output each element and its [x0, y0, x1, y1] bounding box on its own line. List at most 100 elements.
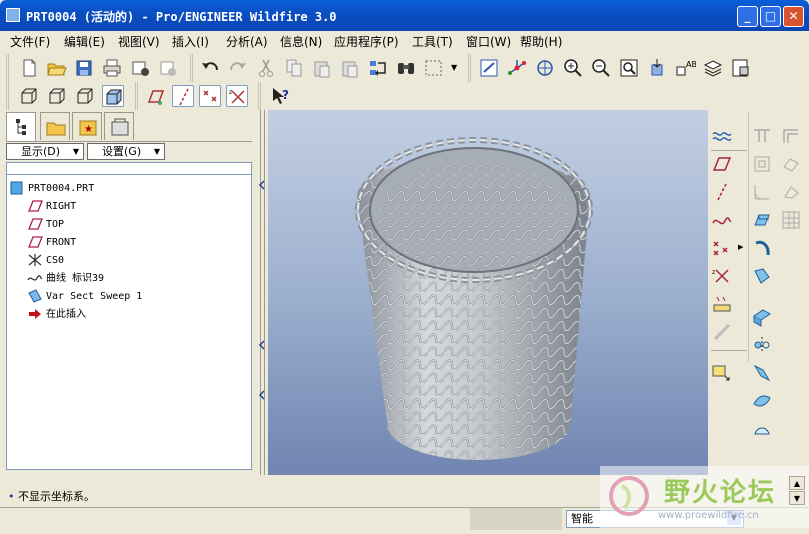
forum-watermark: 野火论坛 www.proewildfire.cn: [600, 466, 809, 528]
menu-window[interactable]: 窗口(W): [466, 33, 511, 50]
show-dropdown[interactable]: 显示(D) ▼: [6, 143, 84, 160]
menu-insert[interactable]: 插入(I): [172, 33, 209, 50]
tab-model-tree[interactable]: [6, 112, 36, 142]
collapse-arrow-icon[interactable]: [258, 180, 266, 190]
tree-item-curve[interactable]: 曲线 标识39: [27, 271, 104, 287]
datum-axis-tool-icon[interactable]: [711, 181, 733, 203]
datum-curve-tool-icon[interactable]: [711, 209, 733, 231]
datum-point-tool-icon[interactable]: [711, 237, 733, 259]
layers-icon[interactable]: [702, 57, 724, 79]
maximize-button[interactable]: □: [760, 6, 781, 27]
chevron-down-icon: ▼: [153, 147, 160, 156]
tree-item-right[interactable]: RIGHT: [27, 199, 76, 215]
tree-item-part[interactable]: PRT0004.PRT: [9, 181, 94, 197]
analysis-tool-icon[interactable]: [711, 293, 733, 315]
revolve-tool-icon[interactable]: [751, 237, 773, 259]
tree-item-cs0[interactable]: CS0: [27, 253, 64, 269]
refit-icon[interactable]: [618, 57, 640, 79]
tab-favorites[interactable]: ★: [72, 112, 102, 140]
menu-help[interactable]: 帮助(H): [520, 33, 562, 50]
tab-connections[interactable]: [104, 112, 134, 140]
thicken-tool-icon[interactable]: [751, 418, 773, 440]
menu-info[interactable]: 信息(N): [280, 33, 322, 50]
print-icon[interactable]: [101, 57, 123, 79]
curve-icon: [27, 275, 43, 281]
menu-view[interactable]: 视图(V): [118, 33, 160, 50]
menu-applications[interactable]: 应用程序(P): [334, 33, 399, 50]
new-file-icon[interactable]: [18, 57, 40, 79]
tree-item-label: TOP: [46, 219, 65, 230]
round-tool-icon: [751, 181, 773, 203]
sketch-tool-icon[interactable]: [711, 125, 733, 147]
settings-dropdown[interactable]: 设置(G) ▼: [87, 143, 165, 160]
regenerate-icon[interactable]: [367, 57, 389, 79]
send-link-icon[interactable]: [157, 57, 179, 79]
menu-file[interactable]: 文件(F): [10, 33, 50, 50]
tree-item-sweep[interactable]: Var Sect Sweep 1: [27, 289, 142, 305]
datum-plane-tool-icon[interactable]: [711, 153, 733, 175]
reorient-icon[interactable]: [646, 57, 668, 79]
part-icon: [10, 181, 23, 195]
context-help-icon[interactable]: ?: [270, 85, 292, 107]
collapse-arrow-icon[interactable]: [258, 340, 266, 350]
tree-item-top[interactable]: TOP: [27, 217, 64, 233]
orient-mode-icon[interactable]: [534, 57, 556, 79]
datum-points-toggle-icon[interactable]: [199, 85, 221, 107]
model-tree: PRT0004.PRT RIGHT TOP FRONT CS0 曲线 标识39 …: [6, 174, 252, 470]
blend-tool-icon[interactable]: [751, 306, 773, 328]
paste-icon: [311, 57, 333, 79]
status-segment: [470, 508, 562, 530]
view-manager-icon[interactable]: [730, 57, 752, 79]
find-binoculars-icon[interactable]: [395, 57, 417, 79]
menu-edit[interactable]: 编辑(E): [64, 33, 105, 50]
open-folder-icon[interactable]: [45, 57, 67, 79]
mirror-tool-icon[interactable]: [751, 334, 773, 356]
svg-text:?: ?: [282, 88, 289, 102]
panel-splitter[interactable]: [258, 110, 268, 475]
close-button[interactable]: ✕: [783, 6, 804, 27]
hole-tool-icon: [751, 125, 773, 147]
menu-tools[interactable]: 工具(T): [412, 33, 453, 50]
shading-icon[interactable]: [102, 85, 124, 107]
svg-text:z: z: [229, 89, 232, 96]
no-hidden-icon[interactable]: [74, 85, 96, 107]
undo-icon[interactable]: [199, 57, 221, 79]
settings-dropdown-label: 设置(G): [102, 145, 142, 158]
tree-item-label: Var Sect Sweep 1: [46, 291, 143, 302]
select-box-icon[interactable]: [423, 57, 445, 79]
graphics-window[interactable]: [268, 110, 708, 475]
repaint-icon[interactable]: [478, 57, 500, 79]
variable-sweep-tool-icon[interactable]: [751, 265, 773, 287]
tree-item-insert-here[interactable]: 在此插入: [27, 307, 86, 323]
svg-text:AB: AB: [686, 60, 696, 69]
datum-ref-tool-icon: [711, 321, 733, 343]
datum-axes-toggle-icon[interactable]: [172, 85, 194, 107]
watermark-text: 野火论坛: [664, 478, 777, 508]
menu-analysis[interactable]: 分析(A): [226, 33, 268, 50]
copy-geom-tool-icon[interactable]: [711, 362, 733, 384]
save-icon[interactable]: [73, 57, 95, 79]
zoom-in-icon[interactable]: [562, 57, 584, 79]
coordinate-system-tool-icon[interactable]: z: [711, 265, 733, 287]
coordinate-systems-toggle-icon[interactable]: z: [226, 85, 248, 107]
status-scroll-down[interactable]: ▼: [789, 491, 805, 505]
minimize-button[interactable]: _: [737, 6, 758, 27]
zoom-out-icon[interactable]: [590, 57, 612, 79]
select-dropdown-arrow-icon[interactable]: ▼: [451, 63, 457, 72]
tree-item-label: 曲线 标识39: [46, 273, 105, 284]
status-scroll-up[interactable]: ▲: [789, 476, 805, 490]
tab-folder-browser[interactable]: [40, 112, 70, 140]
tree-item-front[interactable]: FRONT: [27, 235, 76, 251]
woven-basket-model[interactable]: [268, 110, 708, 475]
spin-center-icon[interactable]: [506, 57, 528, 79]
point-tool-dropdown-icon[interactable]: ▶: [738, 243, 743, 251]
saved-views-icon[interactable]: AB: [674, 57, 697, 79]
trim-tool-icon[interactable]: [751, 390, 773, 412]
merge-tool-icon[interactable]: [751, 362, 773, 384]
extrude-tool-icon[interactable]: [751, 209, 773, 231]
collapse-arrow-icon[interactable]: [258, 390, 266, 400]
wireframe-display-icon[interactable]: [18, 85, 40, 107]
send-mail-icon[interactable]: [129, 57, 151, 79]
datum-planes-toggle-icon[interactable]: [144, 85, 166, 107]
hidden-line-icon[interactable]: [46, 85, 68, 107]
